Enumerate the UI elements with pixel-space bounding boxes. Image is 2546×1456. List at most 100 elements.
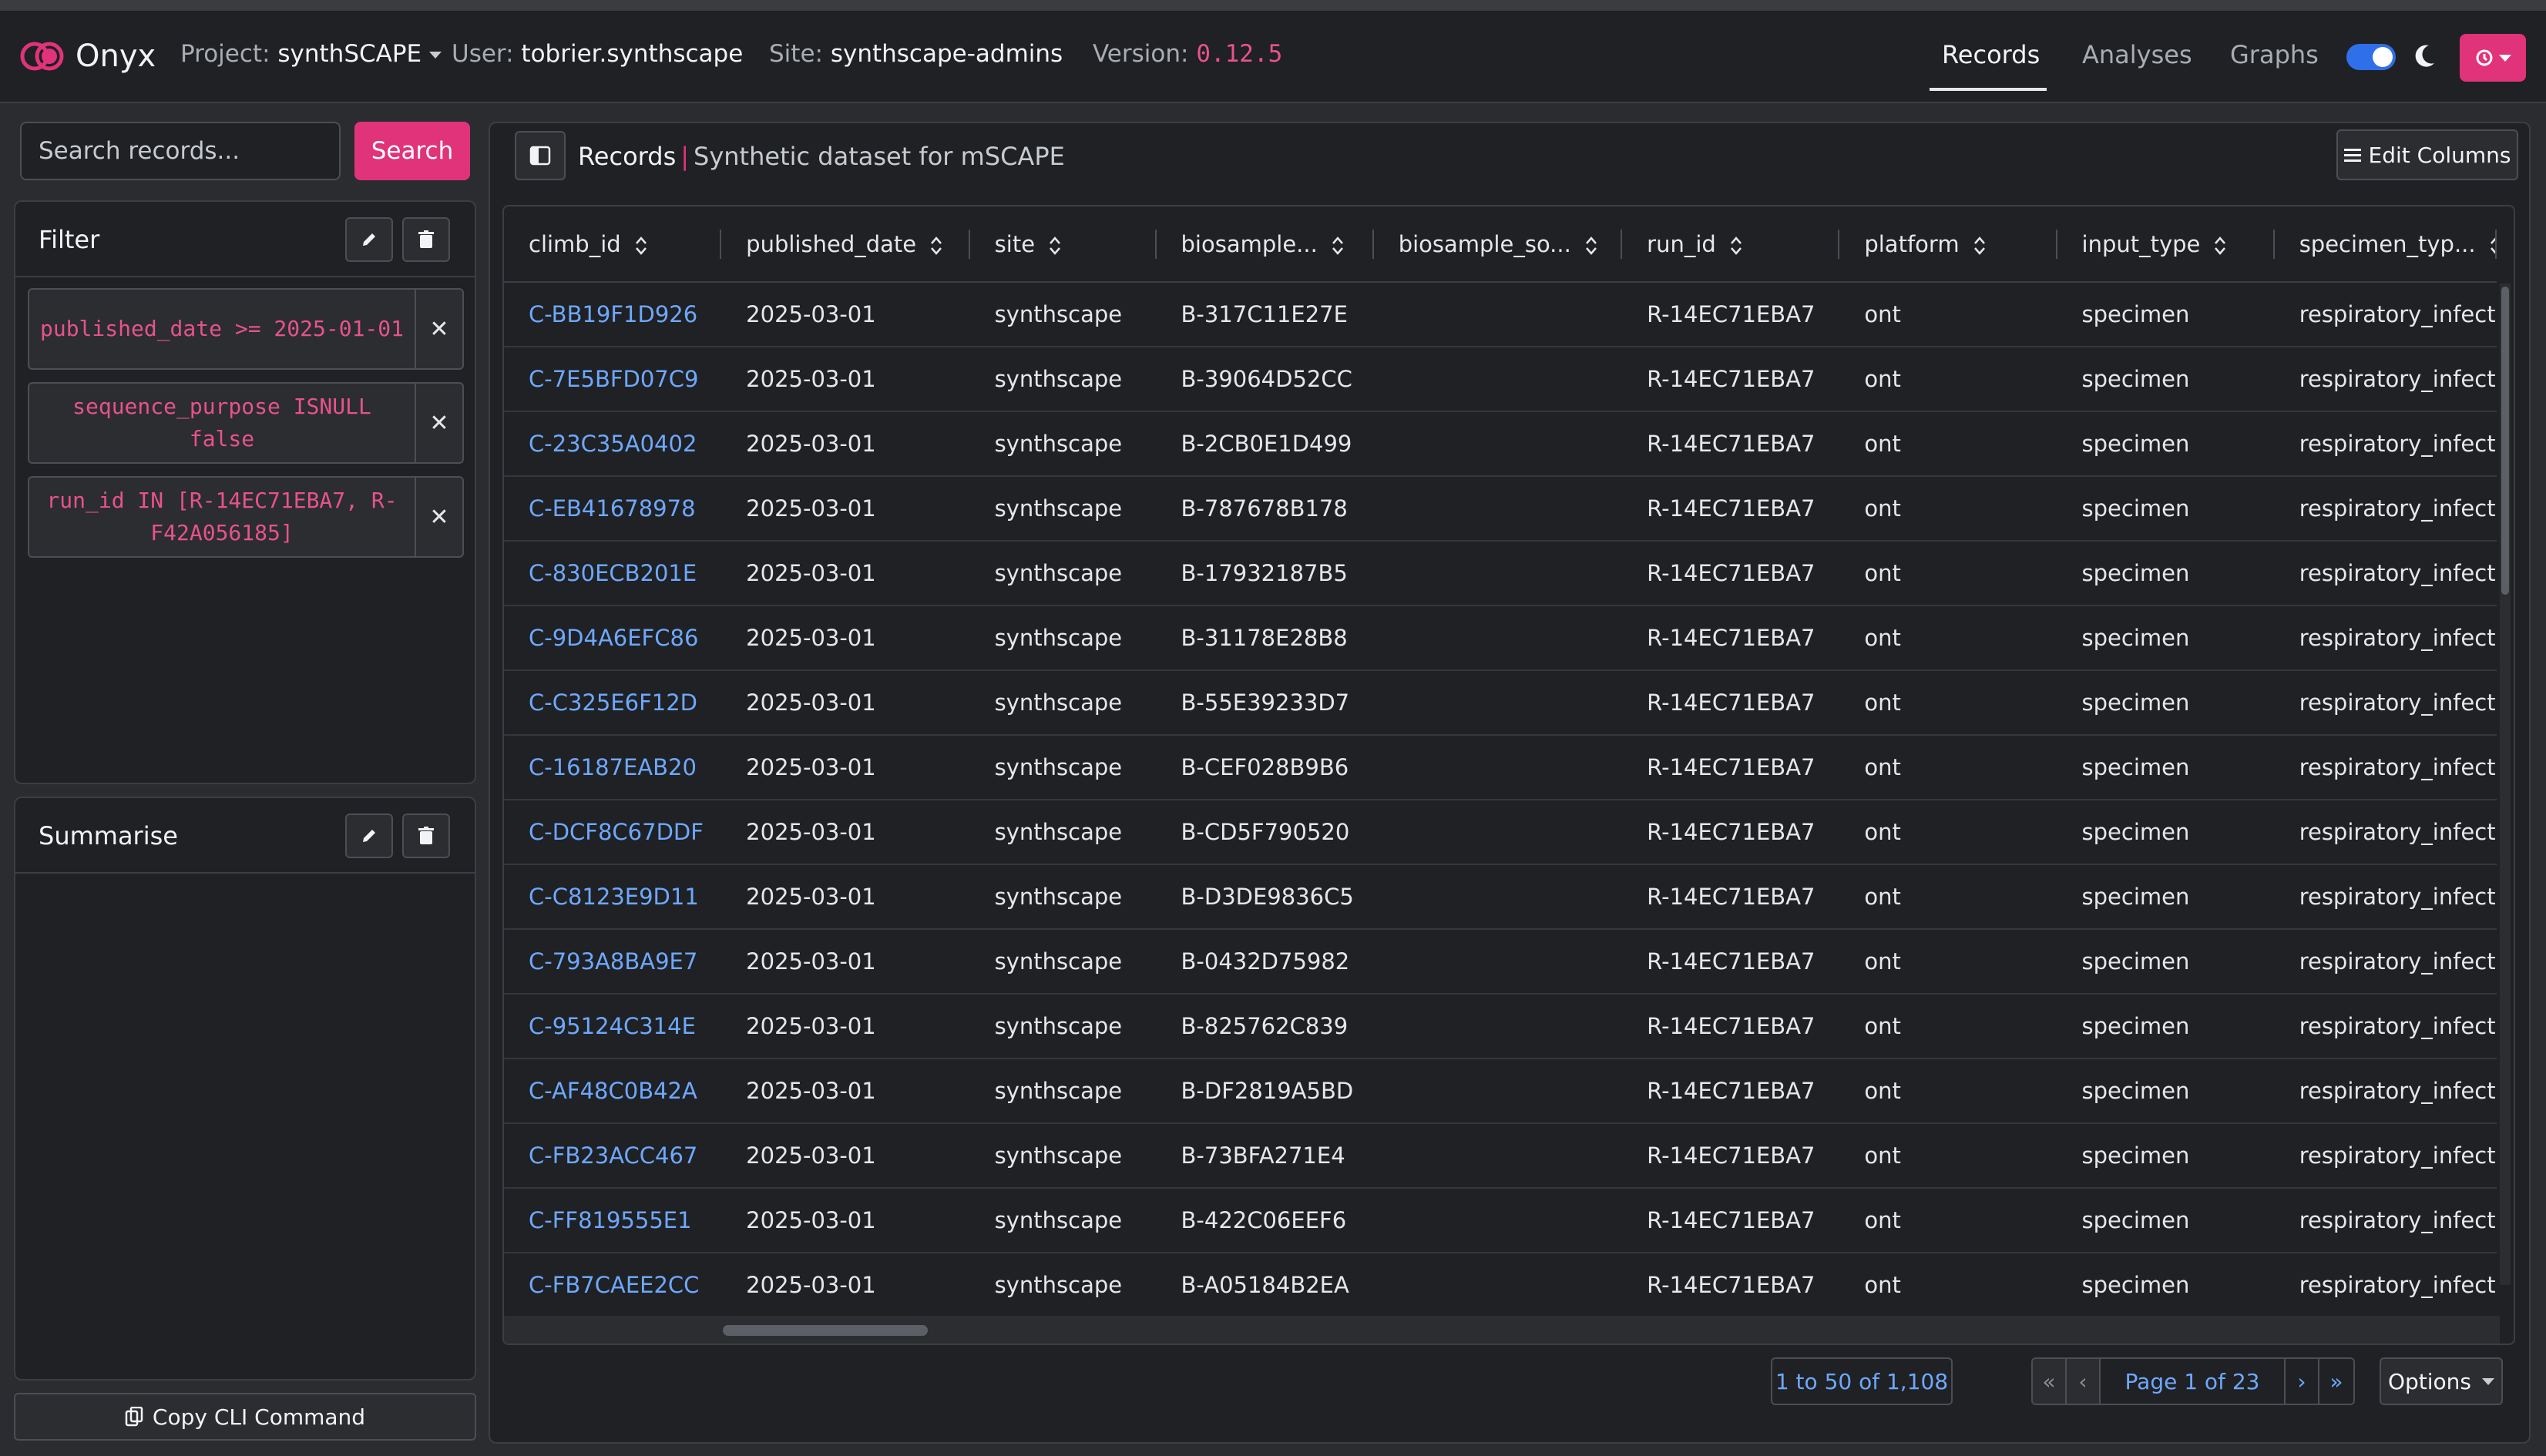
search-button[interactable]: Search <box>354 122 470 180</box>
climb-id-link[interactable]: C-9D4A6EFC86 <box>504 606 722 671</box>
column-header[interactable]: run_id <box>1622 206 1840 283</box>
nav-graphs[interactable]: Graphs <box>2230 40 2319 69</box>
climb-id-link[interactable]: C-FB23ACC467 <box>504 1123 722 1189</box>
sort-icon[interactable] <box>1049 236 1061 256</box>
project-dropdown[interactable]: Project: synthSCAPE <box>180 40 442 68</box>
table-row[interactable]: C-FB7CAEE2CC 2025-03-01 synthscape B-A05184… <box>504 1253 2497 1318</box>
table-cell: respiratory_infecti... <box>2274 1188 2497 1253</box>
sidebar-toggle-button[interactable] <box>515 131 566 180</box>
column-header-label: site <box>994 230 1036 257</box>
theme-toggle[interactable] <box>2346 44 2396 70</box>
table-row[interactable]: C-AF48C0B42A 2025-03-01 synthscape B-DF2819… <box>504 1058 2497 1124</box>
table-row[interactable]: C-C325E6F12D 2025-03-01 synthscape B-55E392… <box>504 670 2497 736</box>
remove-filter-button[interactable]: ✕ <box>415 290 462 368</box>
sort-icon[interactable] <box>635 236 647 256</box>
first-page-button[interactable]: « <box>2033 1359 2067 1404</box>
column-header[interactable]: input_type <box>2057 206 2275 283</box>
climb-id-link[interactable]: C-830ECB201E <box>504 541 722 606</box>
table-cell: 2025-03-01 <box>721 735 970 800</box>
table-row[interactable]: C-830ECB201E 2025-03-01 synthscape B-179321… <box>504 541 2497 606</box>
table-cell: specimen <box>2057 476 2275 542</box>
climb-id-link[interactable]: C-23C35A0402 <box>504 411 722 477</box>
column-divider[interactable] <box>2495 230 2497 259</box>
table-row[interactable]: C-9D4A6EFC86 2025-03-01 synthscape B-31178E… <box>504 606 2497 671</box>
scrollbar-thumb[interactable] <box>723 1325 928 1336</box>
last-page-button[interactable]: » <box>2319 1359 2353 1404</box>
prev-page-button[interactable]: ‹ <box>2067 1359 2101 1404</box>
clear-filter-button[interactable] <box>402 217 450 262</box>
table-cell: R-14EC71EBA7 <box>1622 347 1840 412</box>
table-cell: 2025-03-01 <box>721 1253 970 1318</box>
account-menu-button[interactable] <box>2460 34 2526 82</box>
edit-summarise-button[interactable] <box>345 814 393 858</box>
column-header[interactable]: biosample_so... <box>1373 206 1623 283</box>
next-page-button[interactable]: › <box>2286 1359 2319 1404</box>
table-cell: synthscape <box>969 735 1157 800</box>
table-row[interactable]: C-7E5BFD07C9 2025-03-01 synthscape B-39064D… <box>504 347 2497 412</box>
sort-icon[interactable] <box>1973 236 1986 256</box>
filter-chip[interactable]: run_id IN [R-14EC71EBA7, R-F42A056185] ✕ <box>28 476 464 558</box>
column-header[interactable]: biosample... <box>1156 206 1374 283</box>
remove-filter-button[interactable]: ✕ <box>415 478 462 556</box>
table-row[interactable]: C-23C35A0402 2025-03-01 synthscape B-2CB0E1… <box>504 411 2497 477</box>
table-cell: specimen <box>2057 282 2275 347</box>
vertical-scrollbar[interactable] <box>2500 283 2511 1285</box>
table-row[interactable]: C-EB41678978 2025-03-01 synthscape B-787678… <box>504 476 2497 542</box>
filter-panel: Filter published_date >= 2025-01-01 ✕ se… <box>14 200 476 784</box>
table-cell: respiratory_infecti... <box>2274 347 2497 412</box>
clear-summarise-button[interactable] <box>402 814 450 858</box>
climb-id-link[interactable]: C-BB19F1D926 <box>504 282 722 347</box>
chevron-down-icon <box>429 52 442 59</box>
table-row[interactable]: C-16187EAB20 2025-03-01 synthscape B-CEF028… <box>504 735 2497 800</box>
edit-filter-button[interactable] <box>345 217 393 262</box>
table-cell: ont <box>1839 864 2057 930</box>
edit-columns-button[interactable]: Edit Columns <box>2336 129 2518 180</box>
table-row[interactable]: C-FB23ACC467 2025-03-01 synthscape B-73BFA2… <box>504 1123 2497 1189</box>
sort-icon[interactable] <box>1585 236 1597 256</box>
climb-id-link[interactable]: C-16187EAB20 <box>504 735 722 800</box>
copy-cli-command-button[interactable]: Copy CLI Command <box>14 1393 476 1441</box>
climb-id-link[interactable]: C-95124C314E <box>504 994 722 1059</box>
column-header[interactable]: specimen_typ... <box>2274 206 2497 283</box>
climb-id-link[interactable]: C-C8123E9D11 <box>504 864 722 930</box>
table-row[interactable]: C-FF819555E1 2025-03-01 synthscape B-422C06… <box>504 1188 2497 1253</box>
scrollbar-thumb[interactable] <box>2501 287 2509 595</box>
climb-id-link[interactable]: C-C325E6F12D <box>504 670 722 736</box>
sort-icon[interactable] <box>1730 236 1742 256</box>
filter-chip[interactable]: sequence_purpose ISNULL false ✕ <box>28 382 464 464</box>
climb-id-link[interactable]: C-FB7CAEE2CC <box>504 1253 722 1318</box>
climb-id-link[interactable]: C-793A8BA9E7 <box>504 929 722 995</box>
summarise-header: Summarise <box>15 798 475 874</box>
column-header[interactable]: climb_id <box>504 206 722 283</box>
column-header[interactable]: published_date <box>721 206 970 283</box>
climb-id-link[interactable]: C-EB41678978 <box>504 476 722 542</box>
table-cell: R-14EC71EBA7 <box>1622 735 1840 800</box>
column-header[interactable]: site <box>969 206 1157 283</box>
nav-records[interactable]: Records <box>1942 40 2040 69</box>
climb-id-link[interactable]: C-AF48C0B42A <box>504 1058 722 1124</box>
table-row[interactable]: C-BB19F1D926 2025-03-01 synthscape B-317C11… <box>504 282 2497 347</box>
table-row[interactable]: C-793A8BA9E7 2025-03-01 synthscape B-0432D7… <box>504 929 2497 995</box>
filter-chip[interactable]: published_date >= 2025-01-01 ✕ <box>28 288 464 370</box>
table-cell: ont <box>1839 347 2057 412</box>
table-row[interactable]: C-C8123E9D11 2025-03-01 synthscape B-D3DE98… <box>504 864 2497 930</box>
remove-filter-button[interactable]: ✕ <box>415 384 462 462</box>
sort-icon[interactable] <box>1332 236 1344 256</box>
sort-icon[interactable] <box>930 236 942 256</box>
climb-id-link[interactable]: C-7E5BFD07C9 <box>504 347 722 412</box>
sidebar-toggle-icon <box>529 146 551 166</box>
table-row[interactable]: C-95124C314E 2025-03-01 synthscape B-825762… <box>504 994 2497 1059</box>
table-cell: respiratory_infecti... <box>2274 476 2497 542</box>
column-header[interactable]: platform <box>1839 206 2057 283</box>
nav-analyses[interactable]: Analyses <box>2082 40 2192 69</box>
table-cell: B-A05184B2EA <box>1156 1253 1374 1318</box>
filter-expression: sequence_purpose ISNULL false <box>72 394 371 451</box>
brand[interactable]: Onyx <box>20 39 156 74</box>
horizontal-scrollbar[interactable] <box>504 1316 2500 1344</box>
climb-id-link[interactable]: C-DCF8C67DDF <box>504 800 722 865</box>
table-row[interactable]: C-DCF8C67DDF 2025-03-01 synthscape B-CD5F79… <box>504 800 2497 865</box>
search-input[interactable] <box>20 122 341 180</box>
sort-icon[interactable] <box>2214 236 2226 256</box>
climb-id-link[interactable]: C-FF819555E1 <box>504 1188 722 1253</box>
options-dropdown[interactable]: Options <box>2380 1357 2503 1405</box>
